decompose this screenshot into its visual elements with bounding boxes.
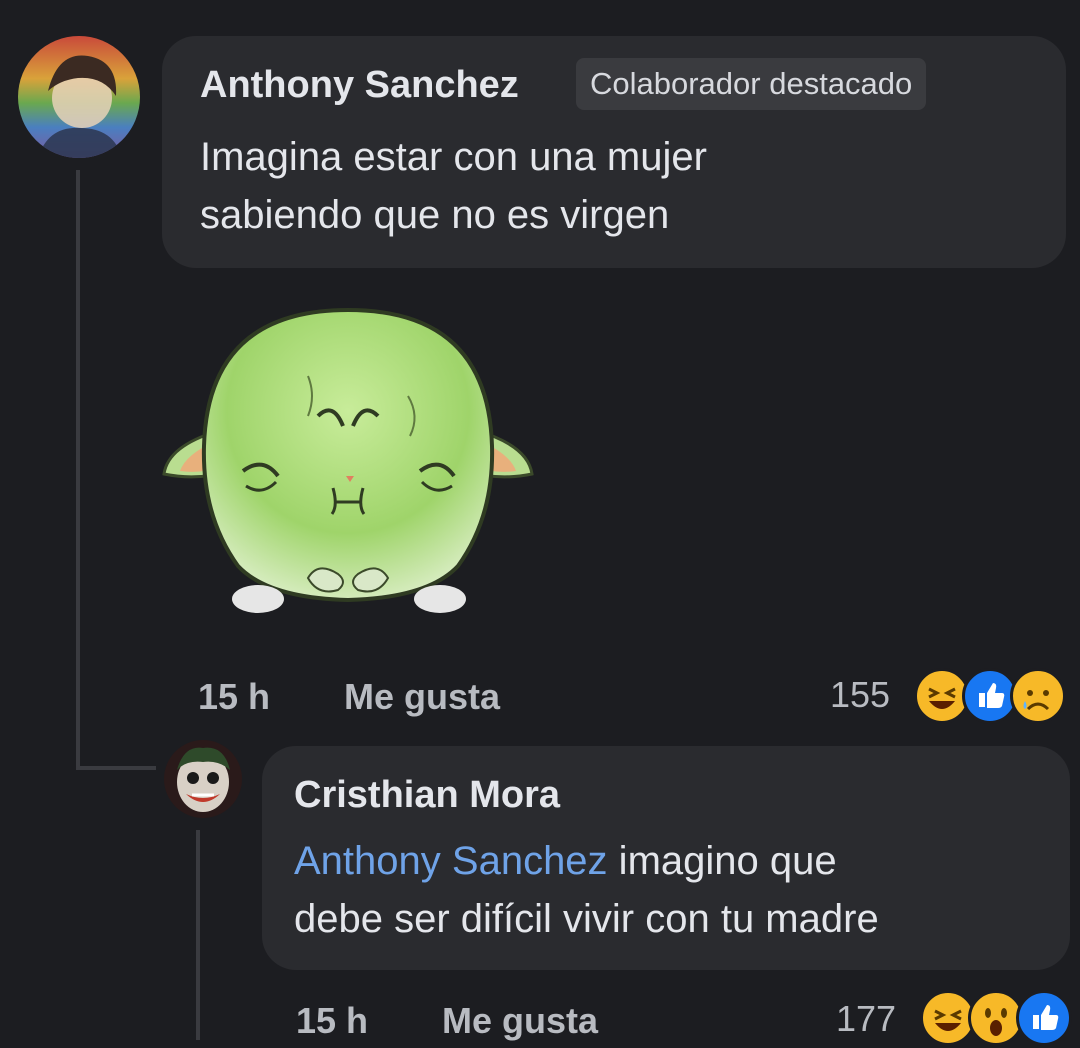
mention-link[interactable]: Anthony Sanchez xyxy=(294,839,608,883)
joker-avatar-icon xyxy=(164,740,242,818)
avatar[interactable] xyxy=(164,740,242,818)
like-button[interactable]: Me gusta xyxy=(344,676,500,718)
avatar[interactable] xyxy=(18,36,140,158)
comment-text: Imagina estar con una mujer sabiendo que… xyxy=(200,128,707,244)
comment-text-line: sabiendo que no es virgen xyxy=(200,193,670,237)
like-icon[interactable] xyxy=(1016,990,1072,1046)
comment-time[interactable]: 15 h xyxy=(296,1000,368,1042)
comment-text-line: Imagina estar con una mujer xyxy=(200,135,707,179)
sticker xyxy=(158,306,538,622)
comment-text-segment: imagino que xyxy=(607,839,837,883)
comment-text-line: debe ser difícil vivir con tu madre xyxy=(294,897,879,941)
sad-icon[interactable] xyxy=(1010,668,1066,724)
comment-text: Anthony Sanchez imagino que debe ser dif… xyxy=(294,832,879,948)
thread-line-reply xyxy=(196,830,200,1040)
user-avatar-icon xyxy=(18,36,140,158)
comment-text-line: Anthony Sanchez imagino que xyxy=(294,832,879,890)
reaction-count[interactable]: 177 xyxy=(836,998,896,1040)
thread-line-main xyxy=(76,170,80,770)
contributor-badge: Colaborador destacado xyxy=(576,58,927,110)
like-button[interactable]: Me gusta xyxy=(442,1000,598,1042)
thread-line-branch xyxy=(76,766,156,770)
green-blob-sticker-icon xyxy=(162,307,534,613)
comment-author[interactable]: Cristhian Mora xyxy=(294,774,560,817)
reaction-count[interactable]: 155 xyxy=(830,674,890,716)
comment-time[interactable]: 15 h xyxy=(198,676,270,718)
comment-author[interactable]: Anthony Sanchez xyxy=(200,64,519,107)
